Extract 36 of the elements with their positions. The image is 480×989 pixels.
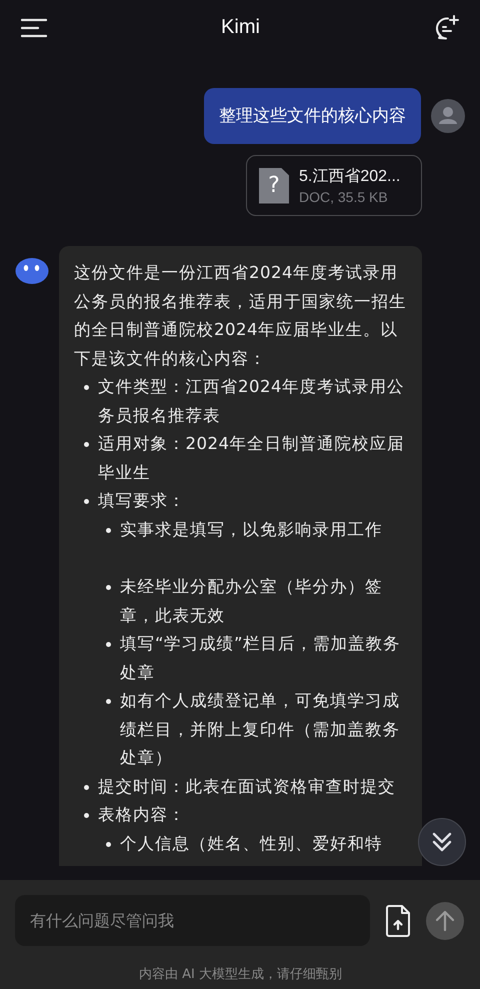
- message-input[interactable]: 有什么问题尽管问我: [15, 895, 370, 946]
- bullet-dot: [106, 699, 111, 704]
- menu-icon[interactable]: [21, 18, 47, 38]
- bullet-dot: [84, 499, 89, 504]
- bullet-item: 个人信息（姓名、性别、爱好和特: [120, 832, 382, 854]
- upload-file-icon[interactable]: [385, 904, 411, 936]
- bullet-item: 填写要求：: [98, 490, 186, 512]
- bullet-dot: [84, 813, 89, 818]
- file-size: DOC, 35.5 KB: [299, 189, 389, 205]
- file-attachment[interactable]: ? 5.江西省202... DOC, 35.5 KB: [246, 155, 422, 216]
- reply-intro: 这份文件是一份江西省2024年度考试录用公务员的报名推荐表，适用于国家统一招生的全日制普通院校2024年应届毕业生。以下是该文件的核心内容：: [74, 262, 408, 370]
- bullet-dot: [106, 842, 111, 846]
- arrow-up-icon: [434, 910, 456, 932]
- app-title: Kimi: [221, 16, 260, 39]
- bullet-item: 适用对象：2024年全日制普通院校应届毕业生: [98, 433, 406, 484]
- bullet-item: 未经毕业分配办公室（毕分办）签章，此表无效: [120, 576, 384, 626]
- scroll-down-button[interactable]: [418, 818, 466, 866]
- user-avatar: [431, 99, 465, 133]
- disclaimer-text: 内容由 AI 大模型生成，请仔细甄别: [138, 966, 343, 983]
- bullet-dot: [106, 585, 111, 590]
- bullet-item: 提交时间：此表在面试资格审查时提交: [98, 776, 396, 798]
- bullet-dot: [84, 784, 89, 790]
- bullet-item: 实事求是填写，以免影响录用工作: [120, 518, 382, 540]
- user-message: 整理这些文件的核心内容: [204, 88, 421, 144]
- bullet-dot: [106, 528, 111, 532]
- new-chat-icon[interactable]: [434, 14, 460, 40]
- bullet-dot: [84, 442, 89, 447]
- unknown-file-icon: ?: [259, 168, 289, 204]
- file-name: 5.江西省202...: [299, 166, 400, 187]
- bot-avatar-icon: [15, 257, 49, 285]
- bullet-dot: [106, 642, 111, 647]
- bullet-item: 表格内容：: [98, 804, 186, 826]
- bullet-dot: [84, 385, 89, 390]
- bullet-item: 文件类型：江西省2024年度考试录用公务员报名推荐表: [98, 376, 406, 426]
- bullet-item: 填写“学习成绩”栏目后，需加盖教务处章: [120, 633, 402, 684]
- bullet-item: 如有个人成绩登记单，可免填学习成绩栏目，并附上复印件（需加盖教务处章）: [120, 690, 401, 769]
